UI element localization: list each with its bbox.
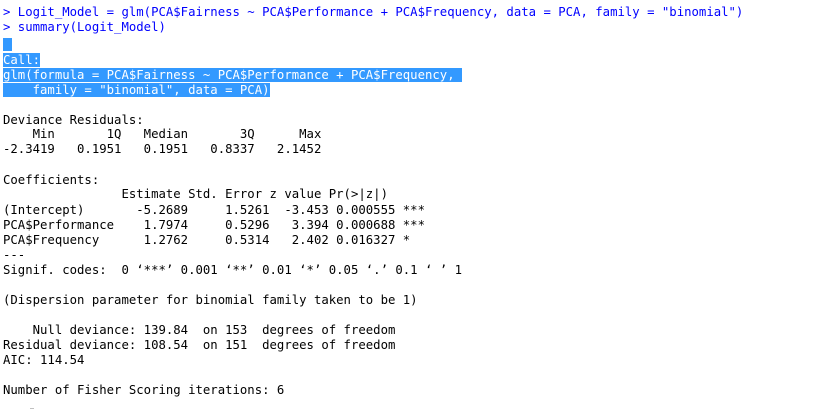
- residual-deviance-line: Residual deviance: 108.54 on 151 degrees…: [3, 338, 396, 352]
- coefficients-row: (Intercept) -5.2689 1.5261 -3.453 0.0005…: [3, 203, 425, 217]
- null-deviance-line: Null deviance: 139.84 on 153 degrees of …: [3, 323, 396, 337]
- selection-start-block: [3, 38, 12, 51]
- deviance-residuals-values: -2.3419 0.1951 0.1951 0.8337 2.1452: [3, 142, 337, 156]
- deviance-residuals-title: Deviance Residuals:: [3, 113, 152, 127]
- call-heading: Call:: [3, 53, 41, 67]
- console-input-line: > Logit_Model = glm(PCA$Fairness ~ PCA$P…: [3, 5, 744, 19]
- coefficients-separator: ---: [3, 248, 26, 262]
- console-cursor: [30, 408, 34, 409]
- call-formula-line: glm(formula = PCA$Fairness ~ PCA$Perform…: [3, 68, 463, 82]
- call-args-line: family = "binomial", data = PCA): [3, 83, 270, 97]
- signif-codes-line: Signif. codes: 0 ‘***’ 0.001 ‘**’ 0.01 ‘…: [3, 263, 463, 277]
- r-console[interactable]: > Logit_Model = glm(PCA$Fairness ~ PCA$P…: [0, 0, 821, 416]
- coefficients-header: Estimate Std. Error z value Pr(>|z|): [3, 187, 418, 201]
- coefficients-row: PCA$Frequency 1.2762 0.5314 2.402 0.0163…: [3, 233, 425, 247]
- coefficients-row: PCA$Performance 1.7974 0.5296 3.394 0.00…: [3, 218, 425, 232]
- coefficients-title: Coefficients:: [3, 173, 100, 187]
- aic-line: AIC: 114.54: [3, 353, 85, 367]
- console-input-line: > summary(Logit_Model): [3, 20, 166, 34]
- dispersion-note: (Dispersion parameter for binomial famil…: [3, 293, 418, 307]
- fisher-iterations-line: Number of Fisher Scoring iterations: 6: [3, 383, 285, 397]
- deviance-residuals-header: Min 1Q Median 3Q Max: [3, 127, 337, 141]
